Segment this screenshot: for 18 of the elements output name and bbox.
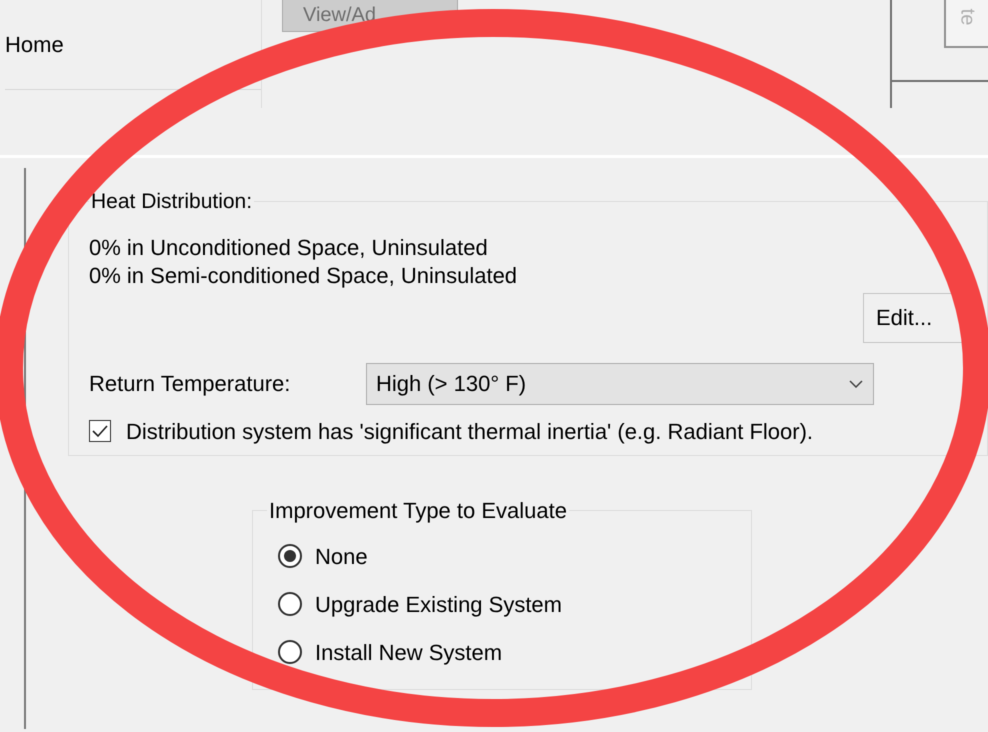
radio-button[interactable]	[278, 640, 302, 664]
radio-button[interactable]	[278, 592, 302, 616]
radio-label: Install New System	[315, 638, 502, 667]
radio-label: None	[315, 542, 368, 570]
radio-button[interactable]	[278, 544, 302, 568]
group-title: Improvement Type to Evaluate	[268, 497, 568, 525]
thermal-inertia-label: Distribution system has 'significant thermal inertia' (e.g. Radiant Floor).	[126, 418, 814, 446]
radio-label: Upgrade Existing System	[315, 590, 562, 619]
chevron-down-icon	[849, 380, 863, 388]
thermal-inertia-checkbox[interactable]	[89, 420, 111, 442]
checkmark-icon	[92, 424, 108, 438]
return-temperature-label: Return Temperature:	[89, 370, 292, 398]
return-temperature-dropdown[interactable]: High (> 130° F)	[366, 362, 874, 404]
distribution-line: 0% in Semi-conditioned Space, Uninsulated	[89, 262, 518, 290]
distribution-line: 0% in Unconditioned Space, Uninsulated	[89, 234, 489, 262]
group-title: Heat Distribution:	[90, 189, 254, 215]
home-label: Home	[5, 32, 64, 57]
edit-button[interactable]: Edit...	[863, 292, 963, 342]
